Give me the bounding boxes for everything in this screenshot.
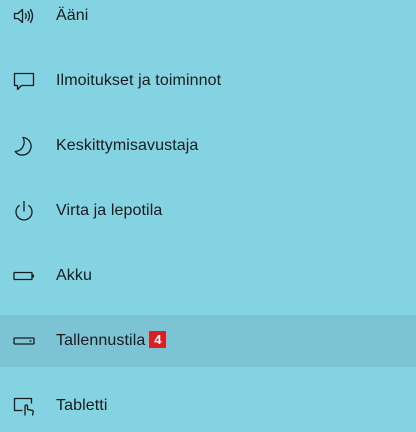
nav-item-label: Akku — [56, 267, 92, 284]
nav-item-label: Keskittymisavustaja — [56, 137, 199, 154]
nav-item-label: Tabletti — [56, 397, 108, 414]
power-icon — [12, 199, 36, 223]
settings-nav-list: Ääni Ilmoitukset ja toiminnot Keskittymi… — [0, 0, 416, 425]
nav-item-power-sleep[interactable]: Virta ja lepotila — [0, 185, 416, 237]
nav-item-battery[interactable]: Akku — [0, 250, 416, 302]
nav-item-tablet[interactable]: Tabletti — [0, 380, 416, 432]
notification-icon — [12, 69, 36, 93]
nav-item-storage[interactable]: Tallennustila 4 — [0, 315, 416, 367]
nav-item-label: Virta ja lepotila — [56, 202, 163, 219]
nav-item-sound[interactable]: Ääni — [0, 0, 416, 42]
speaker-icon — [12, 4, 36, 28]
nav-item-label: Ilmoitukset ja toiminnot — [56, 72, 222, 89]
step-number-badge: 4 — [149, 331, 167, 349]
battery-icon — [12, 264, 36, 288]
tablet-icon — [12, 394, 36, 418]
nav-item-focus-assist[interactable]: Keskittymisavustaja — [0, 120, 416, 172]
nav-item-label: Tallennustila 4 — [56, 331, 167, 351]
nav-item-label: Ääni — [56, 7, 89, 24]
storage-drive-icon — [12, 329, 36, 353]
nav-item-label-text: Tallennustila — [56, 332, 146, 349]
nav-item-notifications[interactable]: Ilmoitukset ja toiminnot — [0, 55, 416, 107]
moon-icon — [12, 134, 36, 158]
